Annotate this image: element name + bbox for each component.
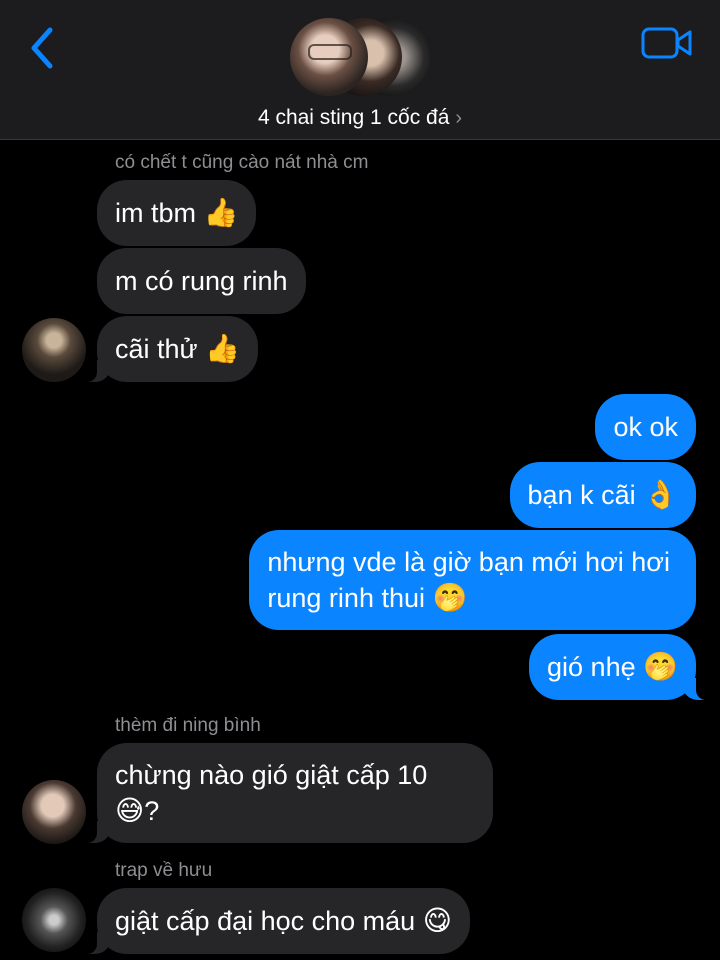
message-text: giật cấp đại học cho máu	[115, 906, 416, 936]
message-bubble[interactable]: giật cấp đại học cho máu 😋	[83, 888, 470, 954]
avatar[interactable]	[22, 888, 86, 952]
message-text: cãi thử	[115, 334, 198, 364]
group-avatar-stack[interactable]	[290, 18, 430, 98]
message-bubble[interactable]: gió nhẹ 🤭	[529, 634, 710, 700]
sender-name: trap về hưu	[115, 860, 213, 881]
group-name-label: 4 chai sting 1 cốc đá	[257, 106, 450, 129]
message-text: chừng nào gió giật cấp 10	[115, 760, 428, 790]
group-name[interactable]: 4 chai sting 1 cốc đá ›	[0, 106, 720, 130]
message-bubble[interactable]: im tbm 👍	[97, 180, 257, 246]
chevron-left-icon[interactable]	[26, 26, 60, 70]
sender-name: thèm đi ning bình	[115, 715, 261, 736]
hand-over-mouth-emoji: 🤭	[432, 581, 468, 614]
group-avatar	[290, 18, 368, 96]
message-bubble[interactable]: ok ok	[595, 394, 696, 460]
message-bubble[interactable]: chừng nào gió giật cấp 10 😅?	[83, 743, 493, 843]
message-text: m có rung rinh	[115, 266, 288, 296]
ok-hand-emoji: 👌	[643, 478, 678, 511]
sender-name: có chết t cũng cào nát nhà cm	[115, 152, 369, 173]
hand-over-mouth-emoji: 🤭	[643, 650, 678, 683]
conversation-header: 4 chai sting 1 cốc đá ›	[0, 0, 720, 140]
message-text: nhưng vde là giờ bạn mới hơi hơi	[267, 547, 670, 577]
message-text: ok ok	[613, 412, 678, 442]
message-text: ?	[144, 796, 160, 826]
message-text: im tbm	[115, 198, 196, 228]
message-bubble[interactable]: nhưng vde là giờ bạn mới hơi hơi rung ri…	[249, 530, 696, 630]
message-bubble[interactable]: m có rung rinh	[97, 248, 306, 314]
message-text: rung rinh thui	[267, 583, 425, 613]
message-text: bạn k cãi	[527, 480, 636, 510]
video-camera-icon[interactable]	[640, 26, 694, 60]
message-bubble[interactable]: cãi thử 👍	[83, 316, 258, 382]
avatar[interactable]	[22, 318, 86, 382]
avatar[interactable]	[22, 780, 86, 844]
chevron-right-icon: ›	[455, 107, 463, 129]
thumbs-up-emoji: 👍	[203, 196, 239, 229]
grinning-sweat-emoji: 😅	[115, 794, 145, 827]
thumbs-up-emoji: 👍	[205, 332, 240, 365]
message-bubble[interactable]: bạn k cãi 👌	[509, 462, 696, 528]
face-savoring-food-emoji: 😋	[422, 904, 452, 937]
message-text: gió nhẹ	[547, 652, 636, 682]
